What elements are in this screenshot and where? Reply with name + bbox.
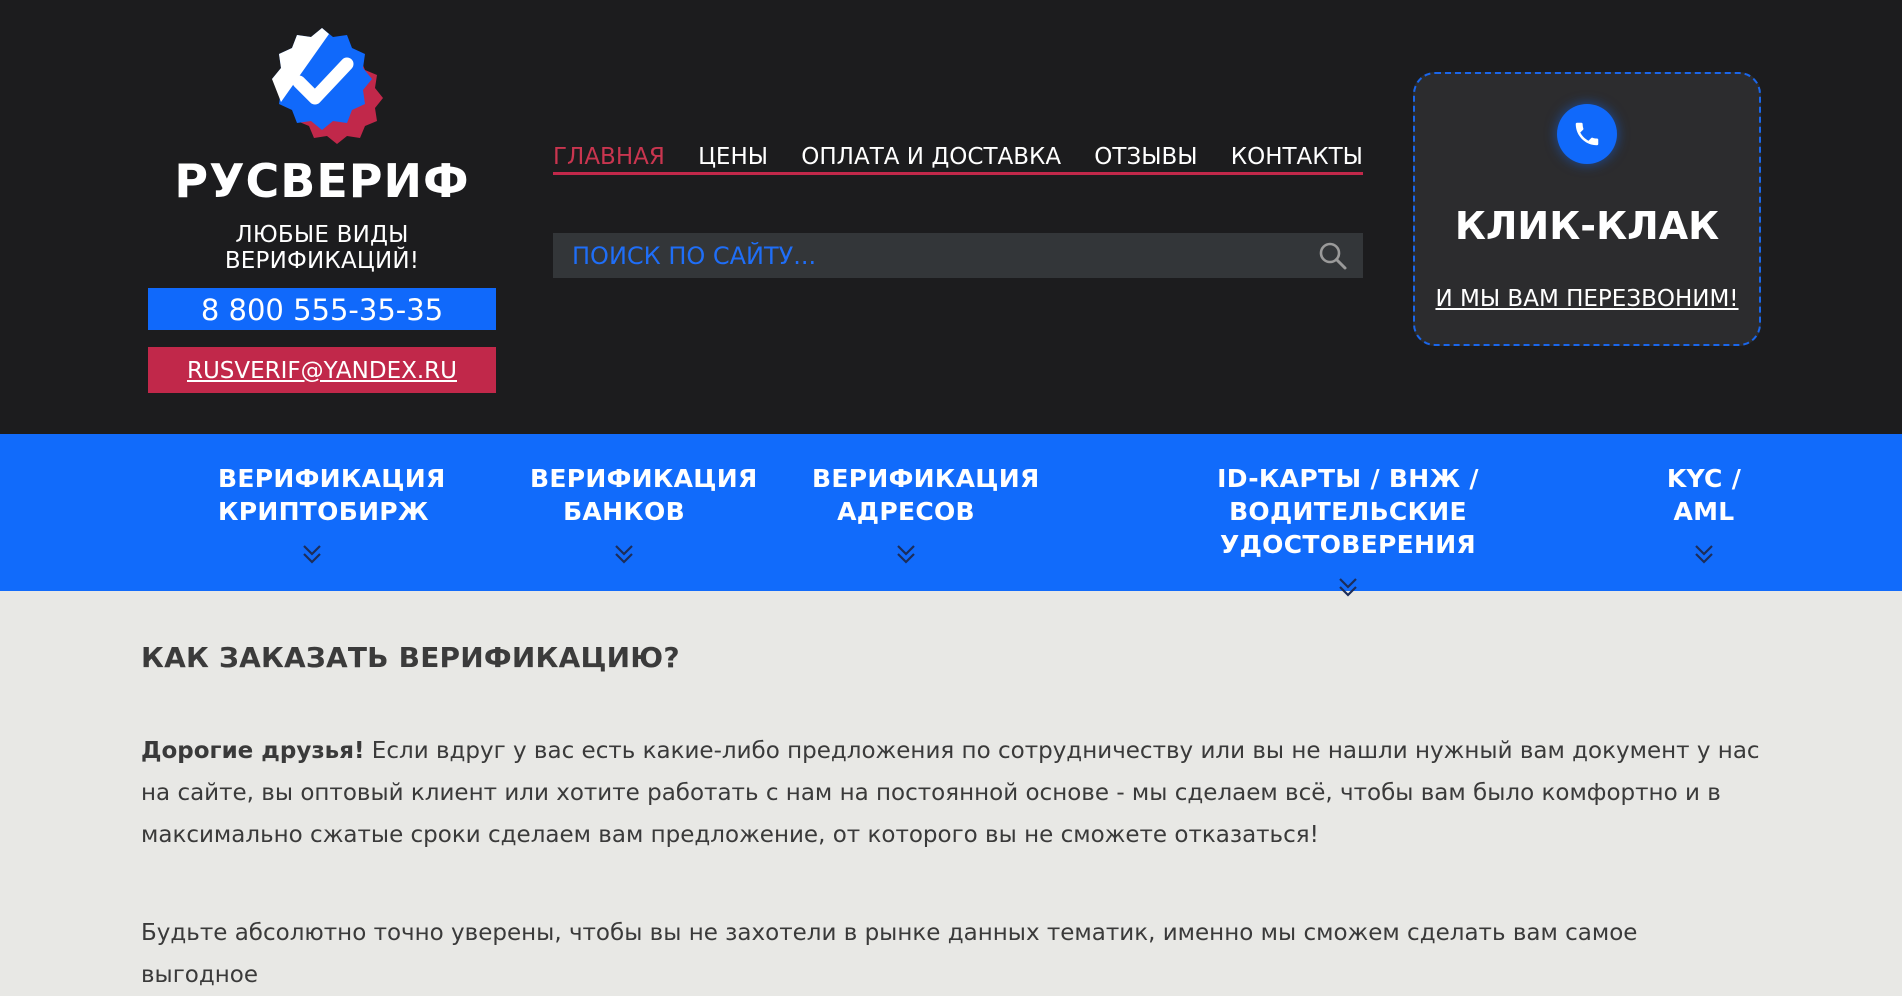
category-id-cards[interactable]: ID-КАРТЫ / ВНЖ / ВОДИТЕЛЬСКИЕ УДОСТОВЕРЕ… [1130, 462, 1566, 599]
intro-paragraph: Дорогие друзья! Если вдруг у вас есть ка… [141, 730, 1761, 856]
callback-request-link[interactable]: И МЫ ВАМ ПЕРЕЗВОНИМ! [1415, 286, 1759, 312]
main-nav: ГЛАВНАЯ ЦЕНЫ ОПЛАТА И ДОСТАВКА ОТЗЫВЫ КО… [553, 144, 1363, 175]
category-label-line2: УДОСТОВЕРЕНИЯ [1220, 530, 1476, 559]
category-label-line2: АДРЕСОВ [837, 497, 975, 526]
callback-title: КЛИК-КЛАК [1454, 204, 1720, 248]
category-label-line2: AML [1673, 497, 1735, 526]
email-link[interactable]: RUSVERIF@YANDEX.RU [148, 347, 496, 393]
main-content: КАК ЗАКАЗАТЬ ВЕРИФИКАЦИЮ? Дорогие друзья… [0, 591, 1902, 996]
category-addresses[interactable]: ВЕРИФИКАЦИЯ АДРЕСОВ [812, 462, 1039, 566]
nav-item-home[interactable]: ГЛАВНАЯ [553, 144, 665, 170]
brand-tagline: ЛЮБЫЕ ВИДЫ ВЕРИФИКАЦИЙ! [224, 222, 420, 274]
phone-button[interactable]: 8 800 555-35-35 [148, 288, 496, 330]
site-search [553, 233, 1363, 278]
category-kyc-aml[interactable]: KYC / AML [1660, 462, 1748, 566]
phone-icon[interactable] [1557, 104, 1617, 164]
double-chevron-down-icon [615, 545, 633, 564]
brand-name: РУСВЕРИФ [174, 154, 470, 208]
category-label-line1: KYC / [1666, 464, 1742, 493]
double-chevron-down-icon [303, 545, 321, 564]
nav-item-reviews[interactable]: ОТЗЫВЫ [1094, 144, 1197, 170]
double-chevron-down-icon [897, 545, 915, 564]
category-label-line2: БАНКОВ [563, 497, 685, 526]
double-chevron-down-icon [1695, 545, 1713, 564]
intro-bold-lead: Дорогие друзья! [141, 738, 365, 764]
category-crypto-exchanges[interactable]: ВЕРИФИКАЦИЯ КРИПТОБИРЖ [218, 462, 445, 566]
second-paragraph: Будьте абсолютно точно уверены, чтобы вы… [141, 920, 1638, 988]
callback-widget: КЛИК-КЛАК И МЫ ВАМ ПЕРЕЗВОНИМ! [1413, 72, 1761, 346]
brand-block: РУСВЕРИФ ЛЮБЫЕ ВИДЫ ВЕРИФИКАЦИЙ! 8 800 5… [140, 24, 504, 393]
category-banks[interactable]: ВЕРИФИКАЦИЯ БАНКОВ [530, 462, 757, 566]
category-label-line1: ВЕРИФИКАЦИЯ [812, 464, 1040, 493]
nav-item-payment-delivery[interactable]: ОПЛАТА И ДОСТАВКА [801, 144, 1061, 170]
category-label-line2: КРИПТОБИРЖ [218, 497, 429, 526]
category-label-line1: ВЕРИФИКАЦИЯ [530, 464, 758, 493]
page-heading: КАК ЗАКАЗАТЬ ВЕРИФИКАЦИЮ? [141, 641, 680, 674]
search-icon[interactable] [1303, 233, 1363, 278]
intro-text: Если вдруг у вас есть какие-либо предлож… [141, 738, 1760, 848]
site-header: РУСВЕРИФ ЛЮБЫЕ ВИДЫ ВЕРИФИКАЦИЙ! 8 800 5… [0, 0, 1902, 434]
search-input[interactable] [553, 233, 1303, 278]
category-bar: ВЕРИФИКАЦИЯ КРИПТОБИРЖ ВЕРИФИКАЦИЯ БАНКО… [0, 434, 1902, 597]
category-label-line1: ВЕРИФИКАЦИЯ [218, 464, 446, 493]
nav-item-contacts[interactable]: КОНТАКТЫ [1231, 144, 1363, 170]
double-chevron-down-icon [1339, 578, 1357, 597]
nav-item-prices[interactable]: ЦЕНЫ [698, 144, 768, 170]
category-label-line1: ID-КАРТЫ / ВНЖ / ВОДИТЕЛЬСКИЕ [1217, 464, 1479, 526]
verified-badge-logo-icon[interactable] [255, 24, 389, 158]
